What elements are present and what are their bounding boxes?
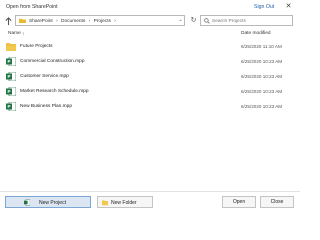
- item-name: Market Research Schedule.mpp: [20, 89, 89, 94]
- sign-out-link[interactable]: Sign Out: [254, 4, 274, 10]
- folder-icon: [6, 43, 16, 51]
- sort-ascending-icon: ↑: [22, 31, 25, 36]
- chevron-down-icon[interactable]: ⌄: [176, 15, 185, 26]
- folder-icon: [19, 18, 26, 23]
- new-project-button[interactable]: New Project: [5, 196, 91, 208]
- item-date: 6/25/2020 11:10 AM: [241, 44, 282, 49]
- breadcrumb-separator: ›: [88, 18, 91, 24]
- breadcrumb-separator: ›: [114, 18, 116, 24]
- item-date: 6/25/2020 10:23 AM: [241, 89, 283, 94]
- list-item-folder[interactable]: Future Projects 6/25/2020 11:10 AM: [4, 40, 296, 53]
- list-item-project[interactable]: P Commercial Construction.mpp 6/25/2020 …: [4, 55, 296, 68]
- close-icon[interactable]: ✕: [284, 2, 293, 11]
- title-bar: Open from SharePoint Sign Out ✕: [0, 0, 300, 14]
- project-file-icon: P: [6, 57, 16, 66]
- up-arrow-icon[interactable]: [4, 17, 13, 26]
- address-bar[interactable]: SharePoint › Documents › Projects ›: [15, 15, 185, 26]
- svg-text:P: P: [7, 89, 10, 94]
- close-button[interactable]: Close: [260, 196, 294, 208]
- breadcrumb-item-projects[interactable]: Projects: [94, 19, 111, 24]
- project-file-icon: P: [6, 102, 16, 111]
- list-item-project[interactable]: P Customer Service.mpp 6/25/2020 10:23 A…: [4, 70, 296, 83]
- item-date: 6/25/2020 10:23 AM: [241, 74, 283, 79]
- svg-text:P: P: [7, 104, 10, 109]
- folder-icon: [102, 200, 108, 206]
- project-file-icon: [24, 199, 30, 206]
- item-name: Customer Service.mpp: [20, 74, 69, 79]
- search-input[interactable]: [212, 17, 290, 25]
- column-name-header[interactable]: Name: [8, 31, 21, 36]
- column-header: Name ↑ Date modified: [0, 30, 300, 39]
- open-from-sharepoint-dialog: Open from SharePoint Sign Out ✕ SharePoi…: [0, 0, 300, 216]
- svg-text:P: P: [7, 74, 10, 79]
- column-date-modified-header[interactable]: Date modified: [241, 31, 271, 36]
- open-button[interactable]: Open: [222, 196, 256, 208]
- new-project-label: New Project: [39, 200, 66, 206]
- list-item-project[interactable]: P Market Research Schedule.mpp 6/25/2020…: [4, 85, 296, 98]
- breadcrumb: SharePoint › Documents › Projects ›: [29, 19, 118, 24]
- search-icon: [204, 18, 210, 24]
- new-folder-label: New Folder: [111, 200, 137, 206]
- project-file-icon: P: [6, 87, 16, 96]
- breadcrumb-item-documents[interactable]: Documents: [61, 19, 85, 24]
- list-item-project[interactable]: P New Business Plan.mpp 6/25/2020 10:23 …: [4, 100, 296, 113]
- item-name: Commercial Construction.mpp: [20, 59, 85, 64]
- item-name: Future Projects: [20, 44, 53, 49]
- new-folder-button[interactable]: New Folder: [97, 196, 153, 208]
- dialog-title: Open from SharePoint: [6, 4, 58, 10]
- search-box[interactable]: [200, 15, 293, 26]
- item-date: 6/25/2020 10:23 AM: [241, 59, 283, 64]
- dialog-footer: New Project New Folder Open Close: [0, 191, 300, 216]
- item-date: 6/25/2020 10:23 AM: [241, 104, 283, 109]
- project-file-icon: P: [6, 72, 16, 81]
- svg-text:P: P: [7, 59, 10, 64]
- item-name: New Business Plan.mpp: [20, 104, 72, 109]
- breadcrumb-item-sharepoint[interactable]: SharePoint: [29, 19, 53, 24]
- refresh-icon[interactable]: ↻: [189, 16, 198, 25]
- breadcrumb-separator: ›: [56, 18, 58, 24]
